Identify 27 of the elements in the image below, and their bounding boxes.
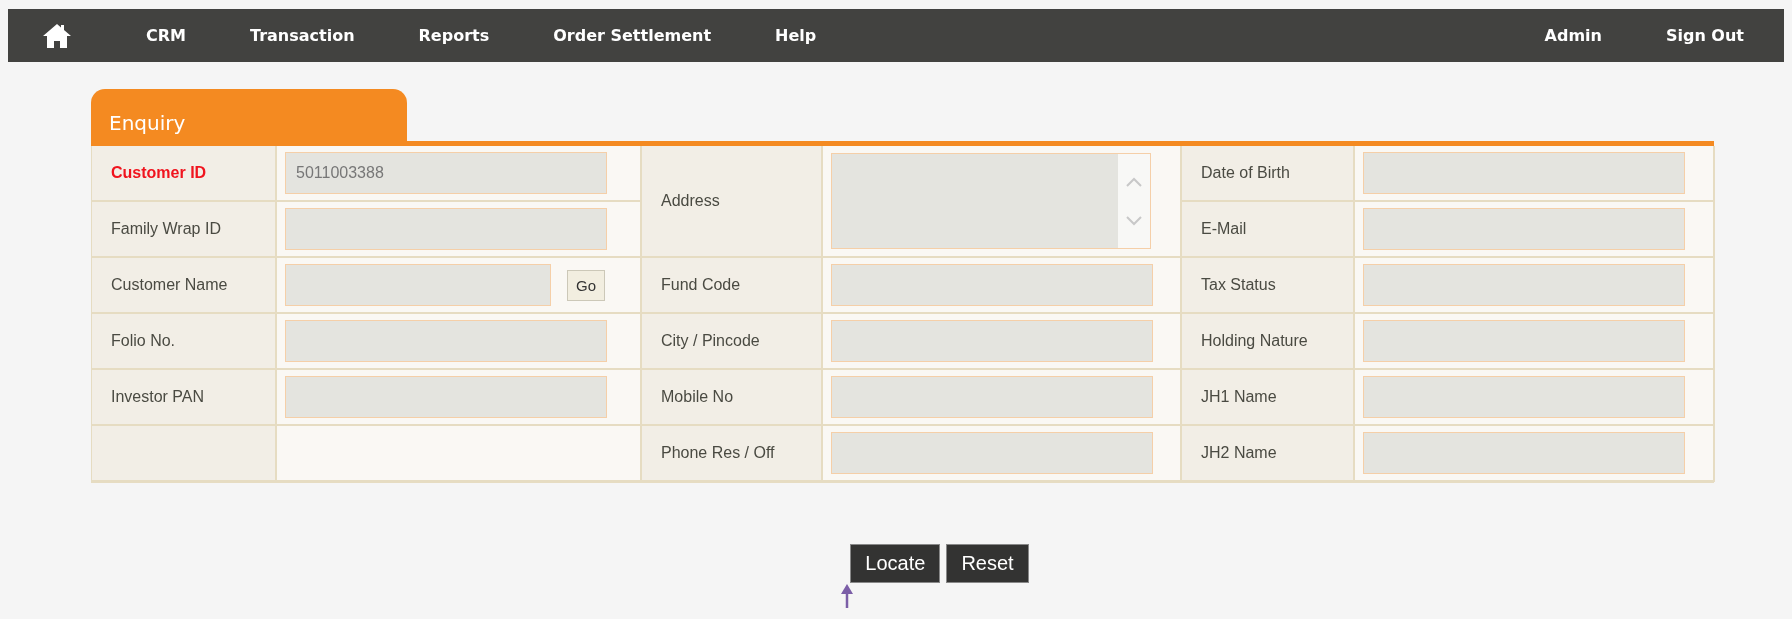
field-label: Investor PAN (111, 388, 205, 406)
nav-link[interactable]: CRM (114, 26, 218, 45)
nav-link[interactable]: Reports (386, 26, 522, 45)
text-field[interactable]: 5011003388 (285, 152, 607, 194)
field-label: Fund Code (661, 276, 741, 294)
field-label: JH1 Name (1201, 388, 1277, 406)
field-label: Folio No. (111, 332, 176, 350)
nav-link[interactable]: Order Settlement (521, 26, 744, 45)
field-label: Family Wrap ID (111, 220, 221, 238)
field-label: Mobile No (661, 388, 734, 406)
field-label: Customer Name (111, 276, 228, 294)
field-label: E-Mail (1201, 220, 1247, 238)
reset-button[interactable]: Reset (946, 544, 1029, 583)
field-label: JH2 Name (1201, 444, 1277, 462)
field-label: Phone Res / Off (661, 444, 775, 462)
go-button[interactable]: Go (567, 269, 605, 301)
field-label: Date of Birth (1201, 164, 1290, 182)
field-label: Customer ID (111, 164, 207, 182)
nav-link[interactable]: Transaction (218, 26, 387, 45)
field-label: City / Pincode (661, 332, 760, 350)
field-label: Tax Status (1201, 276, 1276, 294)
nav-link[interactable]: Sign Out (1633, 26, 1776, 45)
field-label: Address (661, 192, 720, 210)
nav-link[interactable]: Help (743, 26, 849, 45)
nav-link[interactable]: Admin (1512, 26, 1634, 45)
locate-button[interactable]: Locate (850, 544, 941, 583)
field-label: Holding Nature (1201, 332, 1308, 350)
